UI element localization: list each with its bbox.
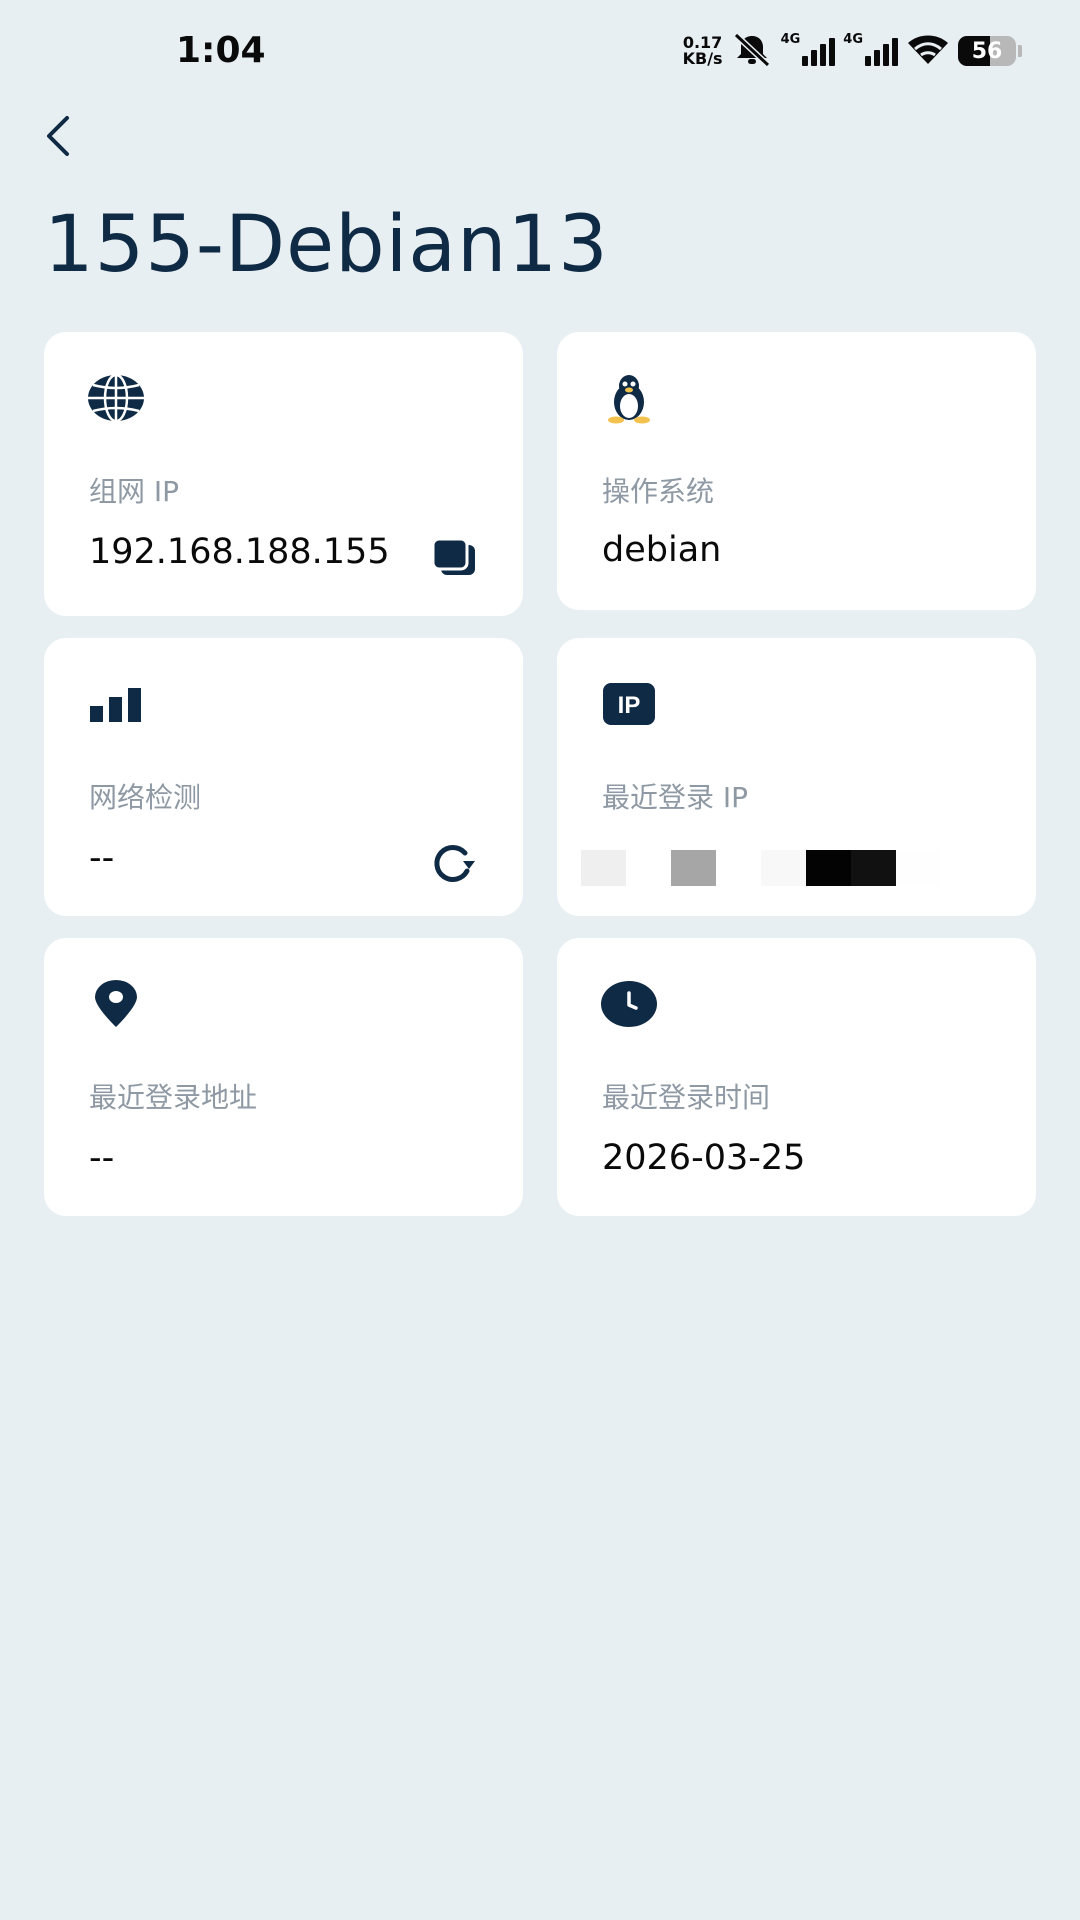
ip-badge-text: IP	[618, 692, 641, 719]
status-bar: 1:04 0.17 KB/s 4G 4G 56	[0, 0, 1080, 100]
os-value: debian	[602, 530, 722, 570]
copy-button[interactable]	[429, 532, 479, 582]
card-network-check: 网络检测 --	[44, 638, 523, 916]
signal-strength-icon	[865, 36, 898, 66]
card-os: 操作系统 debian	[557, 332, 1036, 610]
card-label: 操作系统	[602, 475, 715, 508]
wifi-icon	[906, 32, 950, 70]
network-type-label: 4G	[780, 32, 801, 47]
clock-icon	[599, 974, 659, 1034]
card-network-ip: 组网 IP 192.168.188.155	[44, 332, 523, 616]
card-last-login-address: 最近登录地址 --	[44, 938, 523, 1216]
card-last-login-time: 最近登录时间 2026-03-25	[557, 938, 1036, 1216]
location-pin-icon	[86, 974, 146, 1034]
status-time: 1:04	[176, 30, 266, 71]
bell-muted-icon	[731, 32, 773, 70]
ip-badge-icon: IP	[599, 674, 659, 734]
signal-bars-icon	[86, 674, 146, 734]
battery-tip	[1018, 45, 1022, 57]
redacted-ip-value	[581, 850, 941, 886]
card-last-login-ip: IP 最近登录 IP	[557, 638, 1036, 916]
net-speed: 0.17 KB/s	[683, 35, 723, 67]
chevron-left-icon	[47, 116, 69, 156]
info-cards: 组网 IP 192.168.188.155 操作系统 debian 网络检测 -…	[44, 332, 1036, 1216]
page-title: 155-Debian13	[44, 200, 609, 290]
network-ip-value: 192.168.188.155	[89, 532, 390, 572]
net-speed-unit: KB/s	[682, 49, 723, 68]
linux-penguin-icon	[599, 368, 659, 428]
network-check-value: --	[89, 838, 115, 878]
signal-strength-icon	[802, 36, 836, 66]
last-login-address-value: --	[89, 1138, 115, 1178]
network-type-label: 4G	[843, 32, 863, 47]
last-login-time-value: 2026-03-25	[602, 1138, 806, 1178]
card-label: 最近登录时间	[602, 1081, 771, 1114]
back-button[interactable]	[36, 108, 80, 164]
screen: 1:04 0.17 KB/s 4G 4G 56 155-Debian13 组网 …	[0, 0, 1080, 1920]
card-label: 最近登录 IP	[602, 781, 749, 814]
globe-icon	[86, 368, 146, 428]
copy-icon	[431, 537, 475, 575]
battery-icon: 56	[958, 36, 1016, 66]
battery-level: 56	[971, 38, 1003, 64]
card-label: 最近登录地址	[89, 1081, 258, 1114]
card-label: 网络检测	[89, 781, 202, 814]
status-icons: 0.17 KB/s 4G 4G 56	[683, 32, 1022, 70]
refresh-icon	[434, 844, 475, 882]
refresh-button[interactable]	[429, 838, 479, 888]
card-label: 组网 IP	[89, 475, 180, 508]
